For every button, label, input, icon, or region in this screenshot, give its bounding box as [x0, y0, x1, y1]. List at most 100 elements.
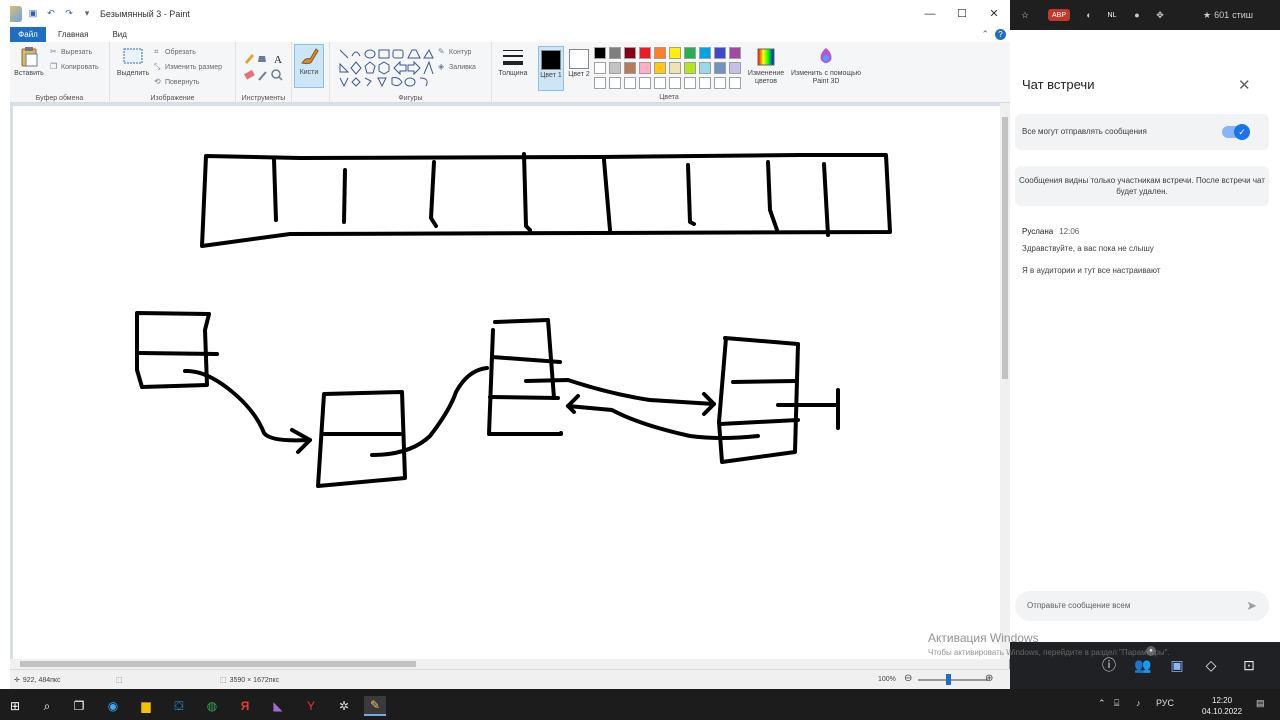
- adblock-icon[interactable]: ABP: [1048, 9, 1070, 21]
- extension-icon[interactable]: ◐: [1080, 5, 1098, 25]
- palette-swatch[interactable]: [714, 62, 726, 74]
- redo-icon[interactable]: ↷: [62, 7, 76, 21]
- horizontal-scroll-thumb[interactable]: [20, 661, 416, 667]
- task-view-icon[interactable]: ❐: [68, 696, 90, 716]
- tab-counter[interactable]: ★ 601 стиш: [1180, 5, 1276, 25]
- allow-messages-toggle[interactable]: ✓: [1222, 124, 1250, 140]
- chat-icon[interactable]: ▣: [1168, 656, 1186, 674]
- visual-studio-icon[interactable]: ◣: [267, 696, 289, 716]
- close-icon[interactable]: ✕: [1238, 76, 1251, 94]
- palette-swatch[interactable]: [714, 47, 726, 59]
- cut-button[interactable]: ✂ Вырезать: [50, 48, 92, 56]
- extension-red-icon[interactable]: ●: [1128, 5, 1146, 25]
- copy-button[interactable]: ❐ Копировать: [50, 63, 99, 71]
- crop-button[interactable]: ⌗ Обрезать: [154, 48, 196, 56]
- palette-swatch[interactable]: [639, 47, 651, 59]
- drawing-canvas[interactable]: [13, 106, 1000, 659]
- palette-swatch[interactable]: [669, 62, 681, 74]
- palette-swatch[interactable]: [729, 77, 741, 89]
- windows-start-icon[interactable]: ⊞: [4, 696, 26, 716]
- tab-home[interactable]: Главная: [46, 30, 100, 39]
- palette-swatch[interactable]: [729, 62, 741, 74]
- palette-swatch[interactable]: [639, 62, 651, 74]
- clock[interactable]: 12:20 04.10.2022: [1202, 695, 1242, 717]
- save-icon[interactable]: ▣: [26, 7, 40, 21]
- palette-swatch[interactable]: [684, 47, 696, 59]
- palette-swatch[interactable]: [729, 47, 741, 59]
- minimize-button[interactable]: —: [914, 0, 946, 27]
- color2-button[interactable]: Цвет 2: [566, 46, 592, 88]
- fill-button[interactable]: ◈ Заливка: [438, 63, 476, 71]
- palette-swatch[interactable]: [699, 77, 711, 89]
- maximize-button[interactable]: ☐: [946, 0, 978, 27]
- puzzle-icon[interactable]: ✥: [1152, 5, 1168, 25]
- zoom-slider[interactable]: [918, 679, 988, 681]
- info-icon[interactable]: ⓘ: [1100, 656, 1118, 674]
- palette-swatch[interactable]: [639, 77, 651, 89]
- palette-swatch[interactable]: [654, 77, 666, 89]
- zoom-slider-thumb[interactable]: [946, 674, 951, 685]
- rotate-button[interactable]: ⟲ Повернуть: [154, 78, 200, 86]
- paint-taskbar-icon[interactable]: ✎: [364, 696, 386, 716]
- chrome-icon[interactable]: ◍: [201, 696, 223, 716]
- zoom-in-button[interactable]: ⊕: [985, 673, 993, 684]
- help-icon[interactable]: ?: [995, 29, 1006, 40]
- palette-swatch[interactable]: [699, 47, 711, 59]
- chat-input[interactable]: Отправьте сообщение всем ➤: [1015, 591, 1269, 621]
- palette-swatch[interactable]: [609, 62, 621, 74]
- palette-swatch[interactable]: [624, 47, 636, 59]
- palette-swatch[interactable]: [654, 47, 666, 59]
- palette-swatch[interactable]: [654, 62, 666, 74]
- palette-swatch[interactable]: [669, 77, 681, 89]
- lock-icon[interactable]: ⊡: [1240, 656, 1258, 674]
- palette-swatch[interactable]: [684, 62, 696, 74]
- volume-icon[interactable]: ♪: [1136, 698, 1141, 708]
- palette-swatch[interactable]: [624, 77, 636, 89]
- select-button[interactable]: Выделить: [116, 46, 150, 78]
- collapse-ribbon-icon[interactable]: ⌃: [981, 29, 989, 40]
- outline-button[interactable]: ✎ Контур: [438, 48, 471, 56]
- paint3d-button[interactable]: Изменить с помощью Paint 3D: [790, 46, 862, 86]
- thickness-button[interactable]: Толщина: [497, 46, 529, 78]
- palette-swatch[interactable]: [594, 62, 606, 74]
- file-explorer-icon[interactable]: ▆: [135, 696, 157, 716]
- palette-swatch[interactable]: [699, 62, 711, 74]
- palette-swatch[interactable]: [714, 77, 726, 89]
- edge-icon[interactable]: ◉: [102, 696, 124, 716]
- yandex-icon[interactable]: Я: [234, 696, 256, 716]
- palette-swatch[interactable]: [684, 77, 696, 89]
- paste-button[interactable]: Вставить: [14, 46, 44, 78]
- brushes-button[interactable]: Кисти: [294, 44, 324, 88]
- close-button[interactable]: ✕: [978, 0, 1010, 27]
- palette-swatch[interactable]: [624, 62, 636, 74]
- activities-icon[interactable]: ◇: [1202, 656, 1220, 674]
- yandex-browser-icon[interactable]: Y: [300, 696, 322, 716]
- settings-app-icon[interactable]: ✲: [333, 696, 355, 716]
- horizontal-scrollbar[interactable]: [10, 659, 1000, 669]
- search-icon[interactable]: ⌕: [36, 696, 58, 716]
- color1-button[interactable]: Цвет 1: [538, 46, 564, 91]
- send-icon[interactable]: ➤: [1246, 598, 1257, 614]
- shapes-gallery[interactable]: [338, 48, 434, 88]
- palette-swatch[interactable]: [669, 47, 681, 59]
- tray-chevron-icon[interactable]: ⌃: [1098, 698, 1106, 709]
- palette-swatch[interactable]: [609, 77, 621, 89]
- network-icon[interactable]: ⌸: [1114, 698, 1119, 709]
- edit-colors-button[interactable]: Изменение цветов: [746, 46, 786, 86]
- language-indicator[interactable]: РУС: [1156, 698, 1174, 708]
- extension-nl-icon[interactable]: NL: [1102, 5, 1122, 25]
- tab-view[interactable]: Вид: [100, 30, 138, 39]
- star-icon[interactable]: ☆: [1018, 5, 1032, 25]
- palette-swatch[interactable]: [594, 77, 606, 89]
- palette-swatch[interactable]: [594, 47, 606, 59]
- store-icon[interactable]: ⛋: [168, 696, 190, 716]
- undo-icon[interactable]: ↶: [44, 7, 58, 21]
- notifications-icon[interactable]: ▤: [1256, 698, 1265, 709]
- people-icon[interactable]: 👥: [1134, 656, 1152, 674]
- zoom-out-button[interactable]: ⊖: [904, 673, 912, 684]
- customize-icon[interactable]: ▾: [80, 7, 94, 21]
- vertical-scroll-thumb[interactable]: [1002, 117, 1008, 379]
- menu-file[interactable]: Файл: [10, 27, 46, 42]
- resize-button[interactable]: ⤡ Изменить размер: [154, 63, 222, 71]
- palette-swatch[interactable]: [609, 47, 621, 59]
